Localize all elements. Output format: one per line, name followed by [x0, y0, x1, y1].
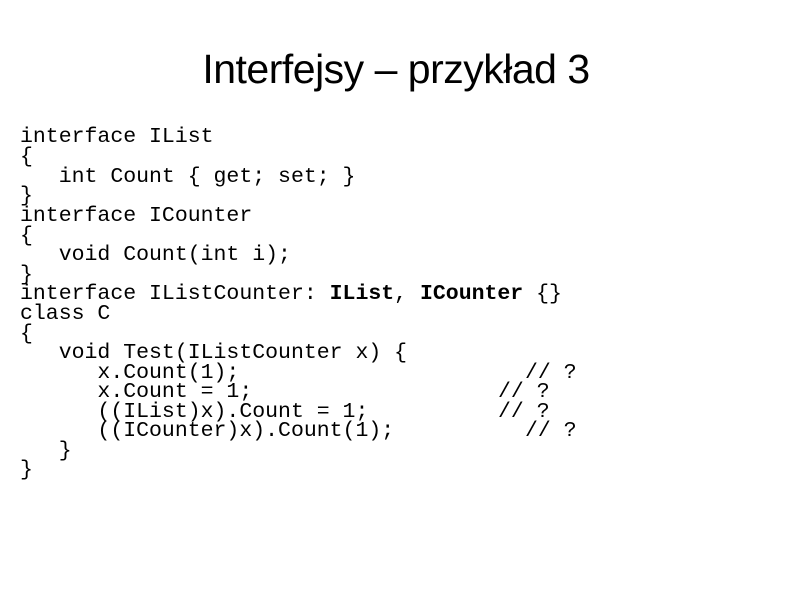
code-block: interface IList { int Count { get; set; …	[20, 0, 577, 576]
code-line: interface IList	[20, 125, 214, 149]
code-line: int Count { get; set; }	[20, 165, 356, 189]
code-line: void Count(int i);	[20, 243, 291, 267]
code-line: }	[20, 458, 33, 482]
base-interface-ilist: IList	[329, 282, 395, 306]
code-text: ,	[394, 282, 420, 306]
base-interface-icounter: ICounter	[419, 282, 524, 306]
code-comment: // ?	[525, 419, 577, 443]
code-line: class C	[20, 302, 111, 326]
code-line: ((ICounter)x).Count(1);	[20, 419, 395, 443]
code-line: interface ICounter	[20, 204, 253, 228]
slide-title: Interfejsy – przykład 3	[202, 46, 590, 92]
code-text: {}	[523, 282, 562, 306]
